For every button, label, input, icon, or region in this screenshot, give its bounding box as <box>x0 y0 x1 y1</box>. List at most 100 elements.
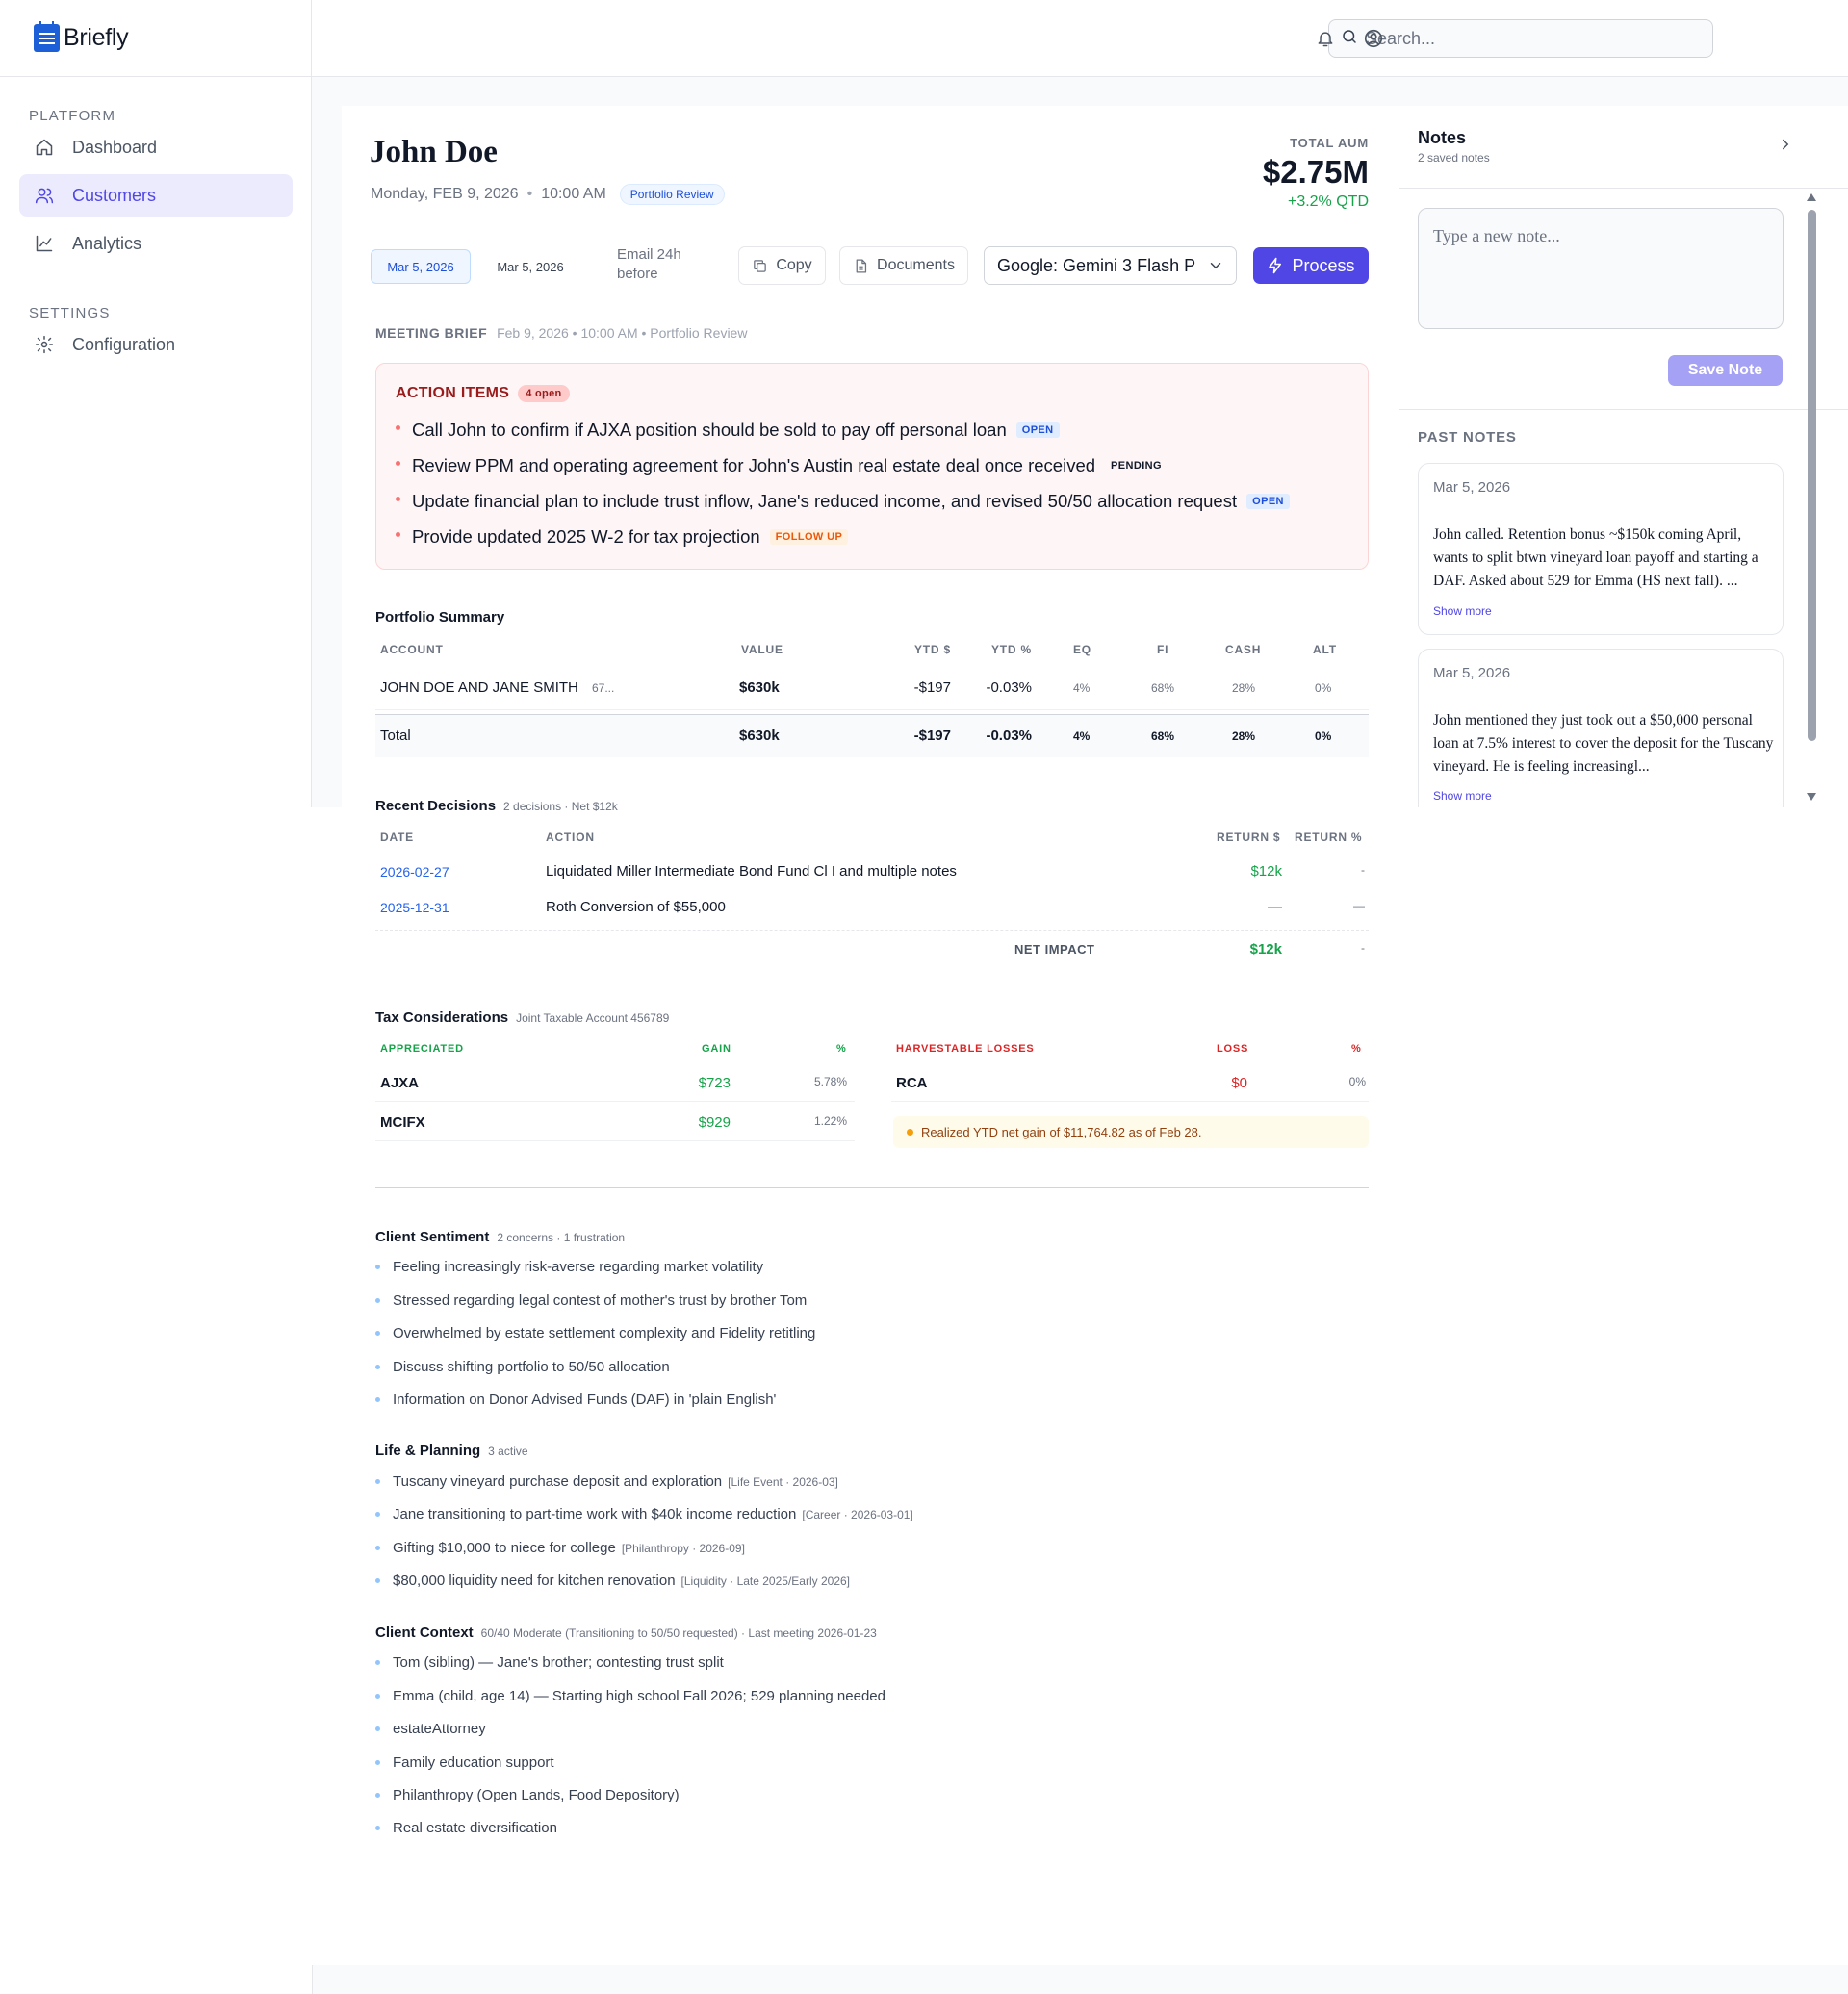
user-account-icon[interactable] <box>1361 26 1386 51</box>
sidebar-item-label: Customers <box>72 185 157 205</box>
notice-text: Realized YTD net gain of $11,764.82 as o… <box>921 1125 1202 1139</box>
column-header: GAIN <box>702 1043 732 1055</box>
meeting-brief-label: MEETING BRIEF <box>375 325 488 341</box>
sidebar-item-label: Dashboard <box>72 137 158 157</box>
bullet <box>396 424 400 430</box>
list-item: Overwhelmed by estate settlement complex… <box>375 1325 815 1342</box>
action-item[interactable]: Review PPM and operating agreement for J… <box>396 455 1168 476</box>
gain-amount: $723 <box>698 1075 731 1091</box>
bullet <box>375 1479 380 1484</box>
sidebar-item-configuration[interactable]: Configuration <box>19 323 293 366</box>
list-item: Discuss shifting portfolio to 50/50 allo… <box>375 1359 670 1375</box>
bullet <box>396 496 400 501</box>
meeting-brief-details: Feb 9, 2026 • 10:00 AM • Portfolio Revie… <box>497 325 748 341</box>
total-ytd-dollar: -$197 <box>913 728 951 744</box>
column-header: YTD $ <box>913 643 951 656</box>
email-schedule-note[interactable]: Email 24h before <box>617 245 704 284</box>
gear-icon <box>34 334 55 355</box>
copy-button[interactable]: Copy <box>738 246 826 285</box>
new-note-input[interactable] <box>1418 208 1784 329</box>
return-dollar: $12k <box>1250 863 1282 880</box>
net-impact-percent: - <box>1361 941 1365 955</box>
column-header: LOSS <box>1217 1043 1249 1055</box>
documents-button[interactable]: Documents <box>839 246 968 285</box>
list-item-meta: [Life Event · 2026-03] <box>728 1474 838 1489</box>
document-icon <box>856 258 867 273</box>
save-note-button[interactable]: Save Note <box>1668 355 1783 386</box>
alt-pct: 0% <box>1315 681 1332 695</box>
list-item: Emma (child, age 14) — Starting high sch… <box>375 1688 886 1704</box>
action-item-text: Review PPM and operating agreement for J… <box>412 455 1096 475</box>
list-item: Family education support <box>375 1754 554 1771</box>
sidebar-item-analytics[interactable]: Analytics <box>19 222 293 265</box>
bullet <box>375 1546 380 1550</box>
search-input[interactable] <box>1366 28 1693 49</box>
gain-percent: 1.22% <box>813 1114 847 1128</box>
sidebar-item-dashboard[interactable]: Dashboard <box>19 126 293 168</box>
action-item-text: Provide updated 2025 W-2 for tax project… <box>412 526 760 547</box>
date-chip[interactable]: Mar 5, 2026 <box>491 249 570 284</box>
action-item[interactable]: Provide updated 2025 W-2 for tax project… <box>396 526 849 548</box>
notes-scrollbar[interactable] <box>1805 192 1818 807</box>
row-divider <box>375 1140 855 1141</box>
action-item-text: Update financial plan to include trust i… <box>412 491 1238 511</box>
action-item[interactable]: Call John to confirm if AJXA position sh… <box>396 420 1060 441</box>
process-button[interactable]: Process <box>1253 247 1369 284</box>
note-card[interactable]: Mar 5, 2026 John mentioned they just too… <box>1418 649 1784 807</box>
model-select[interactable]: Google: Gemini 3 Flash P <box>984 246 1237 285</box>
column-header: VALUE <box>741 643 783 656</box>
bullet <box>396 531 400 537</box>
show-more-link[interactable]: Show more <box>1433 789 1492 803</box>
show-more-link[interactable]: Show more <box>1433 604 1492 618</box>
cash-pct: 28% <box>1232 681 1256 695</box>
ticker: MCIFX <box>380 1114 425 1131</box>
decision-date-link[interactable]: 2025-12-31 <box>380 900 449 915</box>
row-divider <box>375 930 1369 931</box>
process-label: Process <box>1292 255 1355 275</box>
action-item[interactable]: Update financial plan to include trust i… <box>396 491 1290 512</box>
scroll-up-arrow-icon[interactable] <box>1806 192 1817 202</box>
action-items-title-text: ACTION ITEMS <box>396 385 510 401</box>
lightning-icon <box>1269 257 1282 274</box>
chevron-right-icon[interactable] <box>1777 136 1794 158</box>
bullet <box>375 1365 380 1369</box>
life-planning-subtitle: 3 active <box>488 1444 528 1458</box>
note-date: Mar 5, 2026 <box>1433 479 1511 496</box>
bullet <box>375 1726 380 1731</box>
ytd-dollar: -$197 <box>913 679 951 696</box>
open-count-badge: 4 open <box>518 385 570 402</box>
date-chip-active[interactable]: Mar 5, 2026 <box>371 249 471 284</box>
note-date: Mar 5, 2026 <box>1433 665 1511 681</box>
note-card[interactable]: Mar 5, 2026 John called. Retention bonus… <box>1418 463 1784 635</box>
list-item-text: Emma (child, age 14) — Starting high sch… <box>393 1688 886 1704</box>
return-percent: - <box>1361 863 1365 877</box>
bullet <box>375 1512 380 1517</box>
aum-value: $2.75M <box>1262 154 1369 190</box>
bullet <box>375 1578 380 1583</box>
scroll-thumb[interactable] <box>1808 210 1816 741</box>
sidebar: PLATFORM Dashboard Customers Analytics S… <box>0 77 312 807</box>
column-header: RETURN % <box>1295 831 1363 844</box>
tax-considerations-subtitle: Joint Taxable Account 456789 <box>516 1011 670 1025</box>
total-eq: 4% <box>1073 729 1091 743</box>
total-row <box>375 714 1369 757</box>
note-text: John mentioned they just took out a $50,… <box>1433 712 1774 775</box>
tax-considerations-title: Tax Considerations Joint Taxable Account … <box>375 1010 669 1026</box>
return-dollar: — <box>1268 899 1282 915</box>
documents-label: Documents <box>877 257 955 273</box>
list-item: Tom (sibling) — Jane's brother; contesti… <box>375 1654 724 1671</box>
list-item: Philanthropy (Open Lands, Food Depositor… <box>375 1787 680 1803</box>
brand-header[interactable]: Briefly <box>0 0 312 77</box>
sidebar-item-customers[interactable]: Customers <box>19 174 293 217</box>
client-context-title: Client Context 60/40 Moderate (Transition… <box>375 1624 877 1641</box>
scroll-down-arrow-icon[interactable] <box>1806 792 1817 802</box>
loss-amount: $0 <box>1231 1075 1247 1091</box>
app-name: Briefly <box>64 24 129 51</box>
meeting-time: 10:00 AM <box>541 186 606 202</box>
column-header: ACCOUNT <box>380 643 444 656</box>
decision-date-link[interactable]: 2026-02-27 <box>380 864 449 880</box>
bell-icon[interactable] <box>1313 26 1338 51</box>
search-box[interactable] <box>1328 19 1713 58</box>
life-planning-title: Life & Planning 3 active <box>375 1443 528 1459</box>
bullet <box>375 1826 380 1830</box>
